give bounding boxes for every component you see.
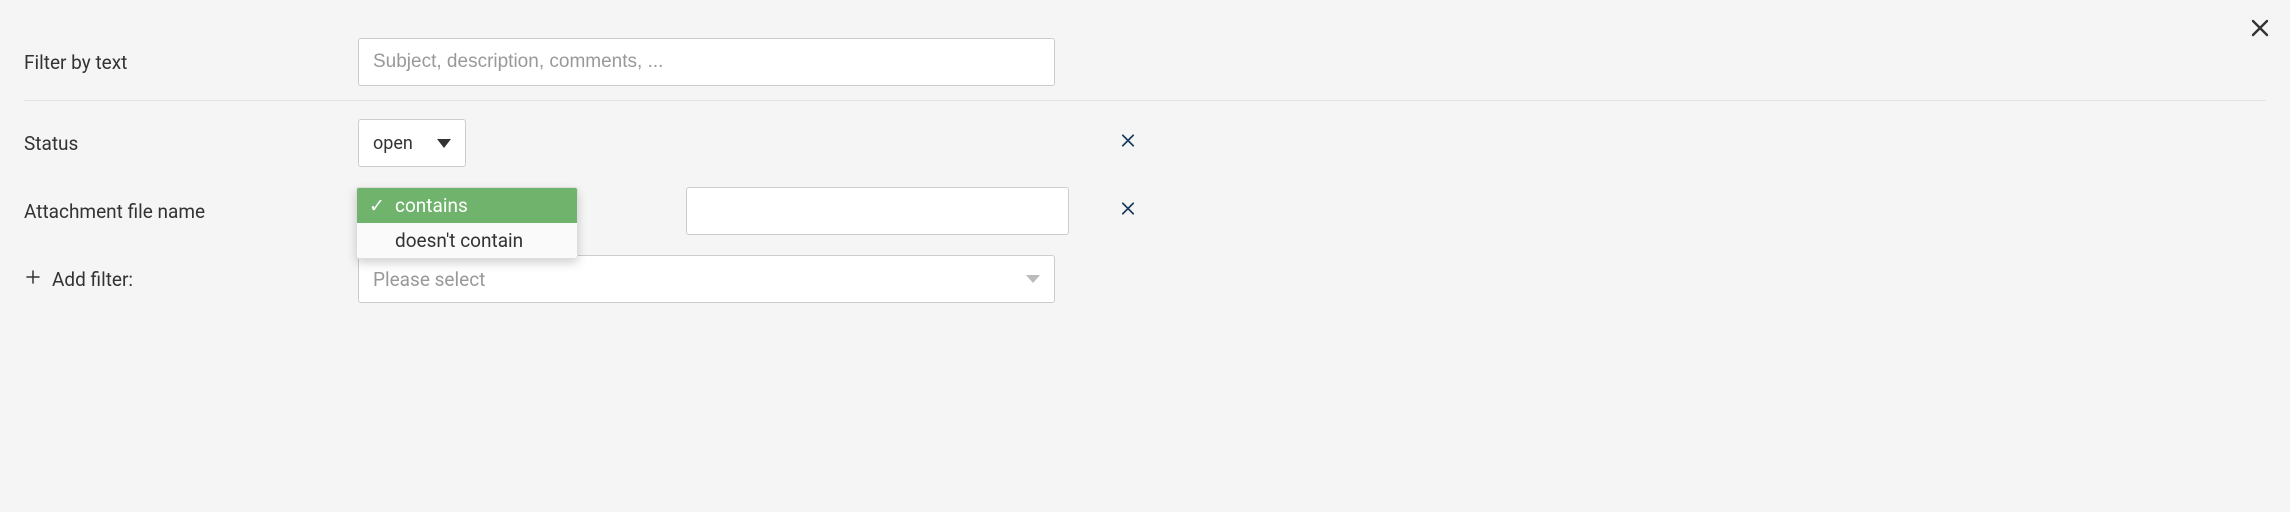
operator-option-label: contains (395, 194, 468, 217)
operator-option-contains[interactable]: ✓ contains (357, 188, 577, 223)
filter-text-input[interactable] (358, 38, 1055, 86)
status-select[interactable]: open (358, 119, 466, 167)
close-icon (1119, 132, 1137, 150)
filter-text-label: Filter by text (24, 51, 358, 74)
add-filter-placeholder: Please select (373, 268, 485, 291)
operator-option-doesnt-contain[interactable]: ✓ doesn't contain (357, 223, 577, 258)
close-icon (1119, 200, 1137, 218)
checkmark-icon: ✓ (369, 194, 387, 217)
remove-attachment-button[interactable] (1119, 200, 1137, 223)
add-filter-label: Add filter: (52, 268, 133, 291)
filter-text-row: Filter by text (24, 28, 2266, 96)
attachment-row: Attachment file name ✓ contains ✓ doesn'… (24, 177, 2266, 245)
status-row: Status open (24, 109, 2266, 177)
remove-status-button[interactable] (1119, 132, 1137, 155)
plus-icon (24, 268, 42, 291)
attachment-label: Attachment file name (24, 200, 358, 223)
operator-dropdown[interactable]: ✓ contains ✓ doesn't contain (356, 187, 578, 259)
status-selected-value: open (373, 133, 413, 154)
filter-panel: Filter by text Status open Attachment fi… (0, 0, 2290, 341)
caret-down-icon (437, 139, 451, 148)
operator-option-label: doesn't contain (395, 229, 523, 252)
attachment-value-input[interactable] (686, 187, 1069, 235)
divider (24, 100, 2266, 101)
add-filter-select[interactable]: Please select (358, 255, 1055, 303)
chevron-down-icon (1026, 275, 1040, 283)
status-label: Status (24, 132, 358, 155)
